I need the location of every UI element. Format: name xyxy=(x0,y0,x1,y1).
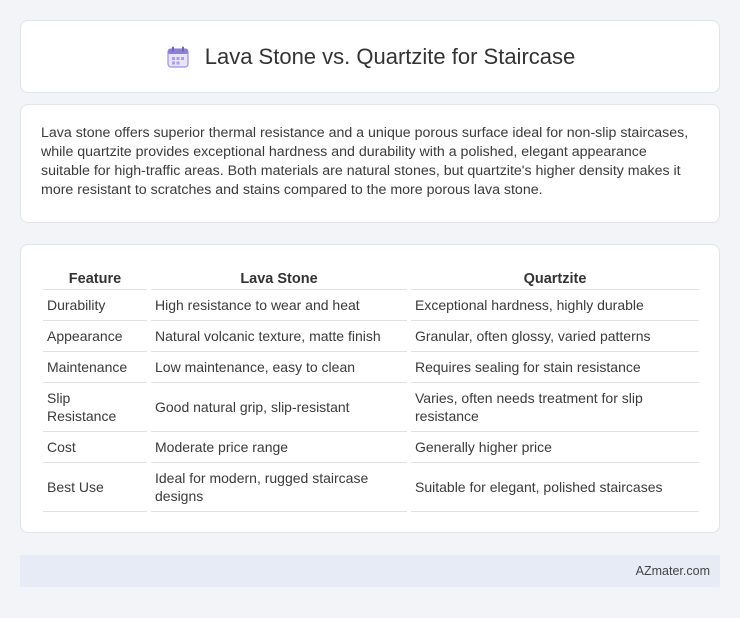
comparison-table: Feature Lava Stone Quartzite Durability … xyxy=(39,265,703,512)
quartzite-cell: Exceptional hardness, highly durable xyxy=(411,290,699,321)
feature-cell: Durability xyxy=(43,290,147,321)
intro-card: Lava stone offers superior thermal resis… xyxy=(20,104,720,223)
intro-paragraph: Lava stone offers superior thermal resis… xyxy=(41,125,689,198)
lava-stone-cell: Good natural grip, slip-resistant xyxy=(151,383,407,432)
title-card: Lava Stone vs. Quartzite for Staircase xyxy=(20,20,720,93)
header-quartzite: Quartzite xyxy=(411,265,699,290)
quartzite-cell: Granular, often glossy, varied patterns xyxy=(411,321,699,352)
feature-cell: Maintenance xyxy=(43,352,147,383)
lava-stone-cell: Ideal for modern, rugged staircase desig… xyxy=(151,463,407,512)
quartzite-cell: Suitable for elegant, polished staircase… xyxy=(411,463,699,512)
lava-stone-cell: Low maintenance, easy to clean xyxy=(151,352,407,383)
calendar-icon xyxy=(165,44,191,70)
title-wrap: Lava Stone vs. Quartzite for Staircase xyxy=(165,43,576,70)
footer-site-link[interactable]: AZmater.com xyxy=(636,564,710,578)
quartzite-cell: Requires sealing for stain resistance xyxy=(411,352,699,383)
header-lava-stone: Lava Stone xyxy=(151,265,407,290)
table-row: Maintenance Low maintenance, easy to cle… xyxy=(43,352,699,383)
footer-bar: AZmater.com xyxy=(20,555,720,587)
comparison-card: Feature Lava Stone Quartzite Durability … xyxy=(20,244,720,533)
table-row: Slip Resistance Good natural grip, slip-… xyxy=(43,383,699,432)
feature-cell: Best Use xyxy=(43,463,147,512)
table-header-row: Feature Lava Stone Quartzite xyxy=(43,265,699,290)
lava-stone-cell: Moderate price range xyxy=(151,432,407,463)
table-row: Durability High resistance to wear and h… xyxy=(43,290,699,321)
table-row: Appearance Natural volcanic texture, mat… xyxy=(43,321,699,352)
lava-stone-cell: Natural volcanic texture, matte finish xyxy=(151,321,407,352)
table-row: Cost Moderate price range Generally high… xyxy=(43,432,699,463)
quartzite-cell: Generally higher price xyxy=(411,432,699,463)
page-title: Lava Stone vs. Quartzite for Staircase xyxy=(204,43,576,69)
feature-cell: Slip Resistance xyxy=(43,383,147,432)
header-feature: Feature xyxy=(43,265,147,290)
quartzite-cell: Varies, often needs treatment for slip r… xyxy=(411,383,699,432)
table-row: Best Use Ideal for modern, rugged stairc… xyxy=(43,463,699,512)
feature-cell: Appearance xyxy=(43,321,147,352)
feature-cell: Cost xyxy=(43,432,147,463)
lava-stone-cell: High resistance to wear and heat xyxy=(151,290,407,321)
